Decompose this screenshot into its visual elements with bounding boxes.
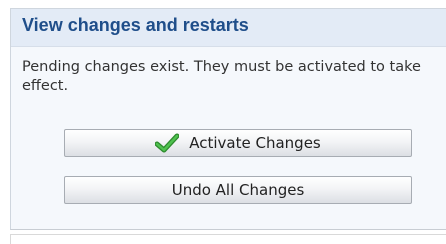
panel-title: View changes and restarts <box>11 9 446 47</box>
check-icon <box>154 133 180 153</box>
left-gutter <box>0 0 10 244</box>
undo-all-changes-label: Undo All Changes <box>171 181 305 199</box>
activate-changes-label: Activate Changes <box>189 134 321 152</box>
pending-changes-message: Pending changes exist. They must be acti… <box>22 59 421 94</box>
activate-changes-button[interactable]: Activate Changes <box>64 129 412 157</box>
change-center-panel: View changes and restarts Pending change… <box>10 8 446 230</box>
undo-all-changes-button[interactable]: Undo All Changes <box>64 176 412 204</box>
next-panel-edge <box>10 234 446 244</box>
